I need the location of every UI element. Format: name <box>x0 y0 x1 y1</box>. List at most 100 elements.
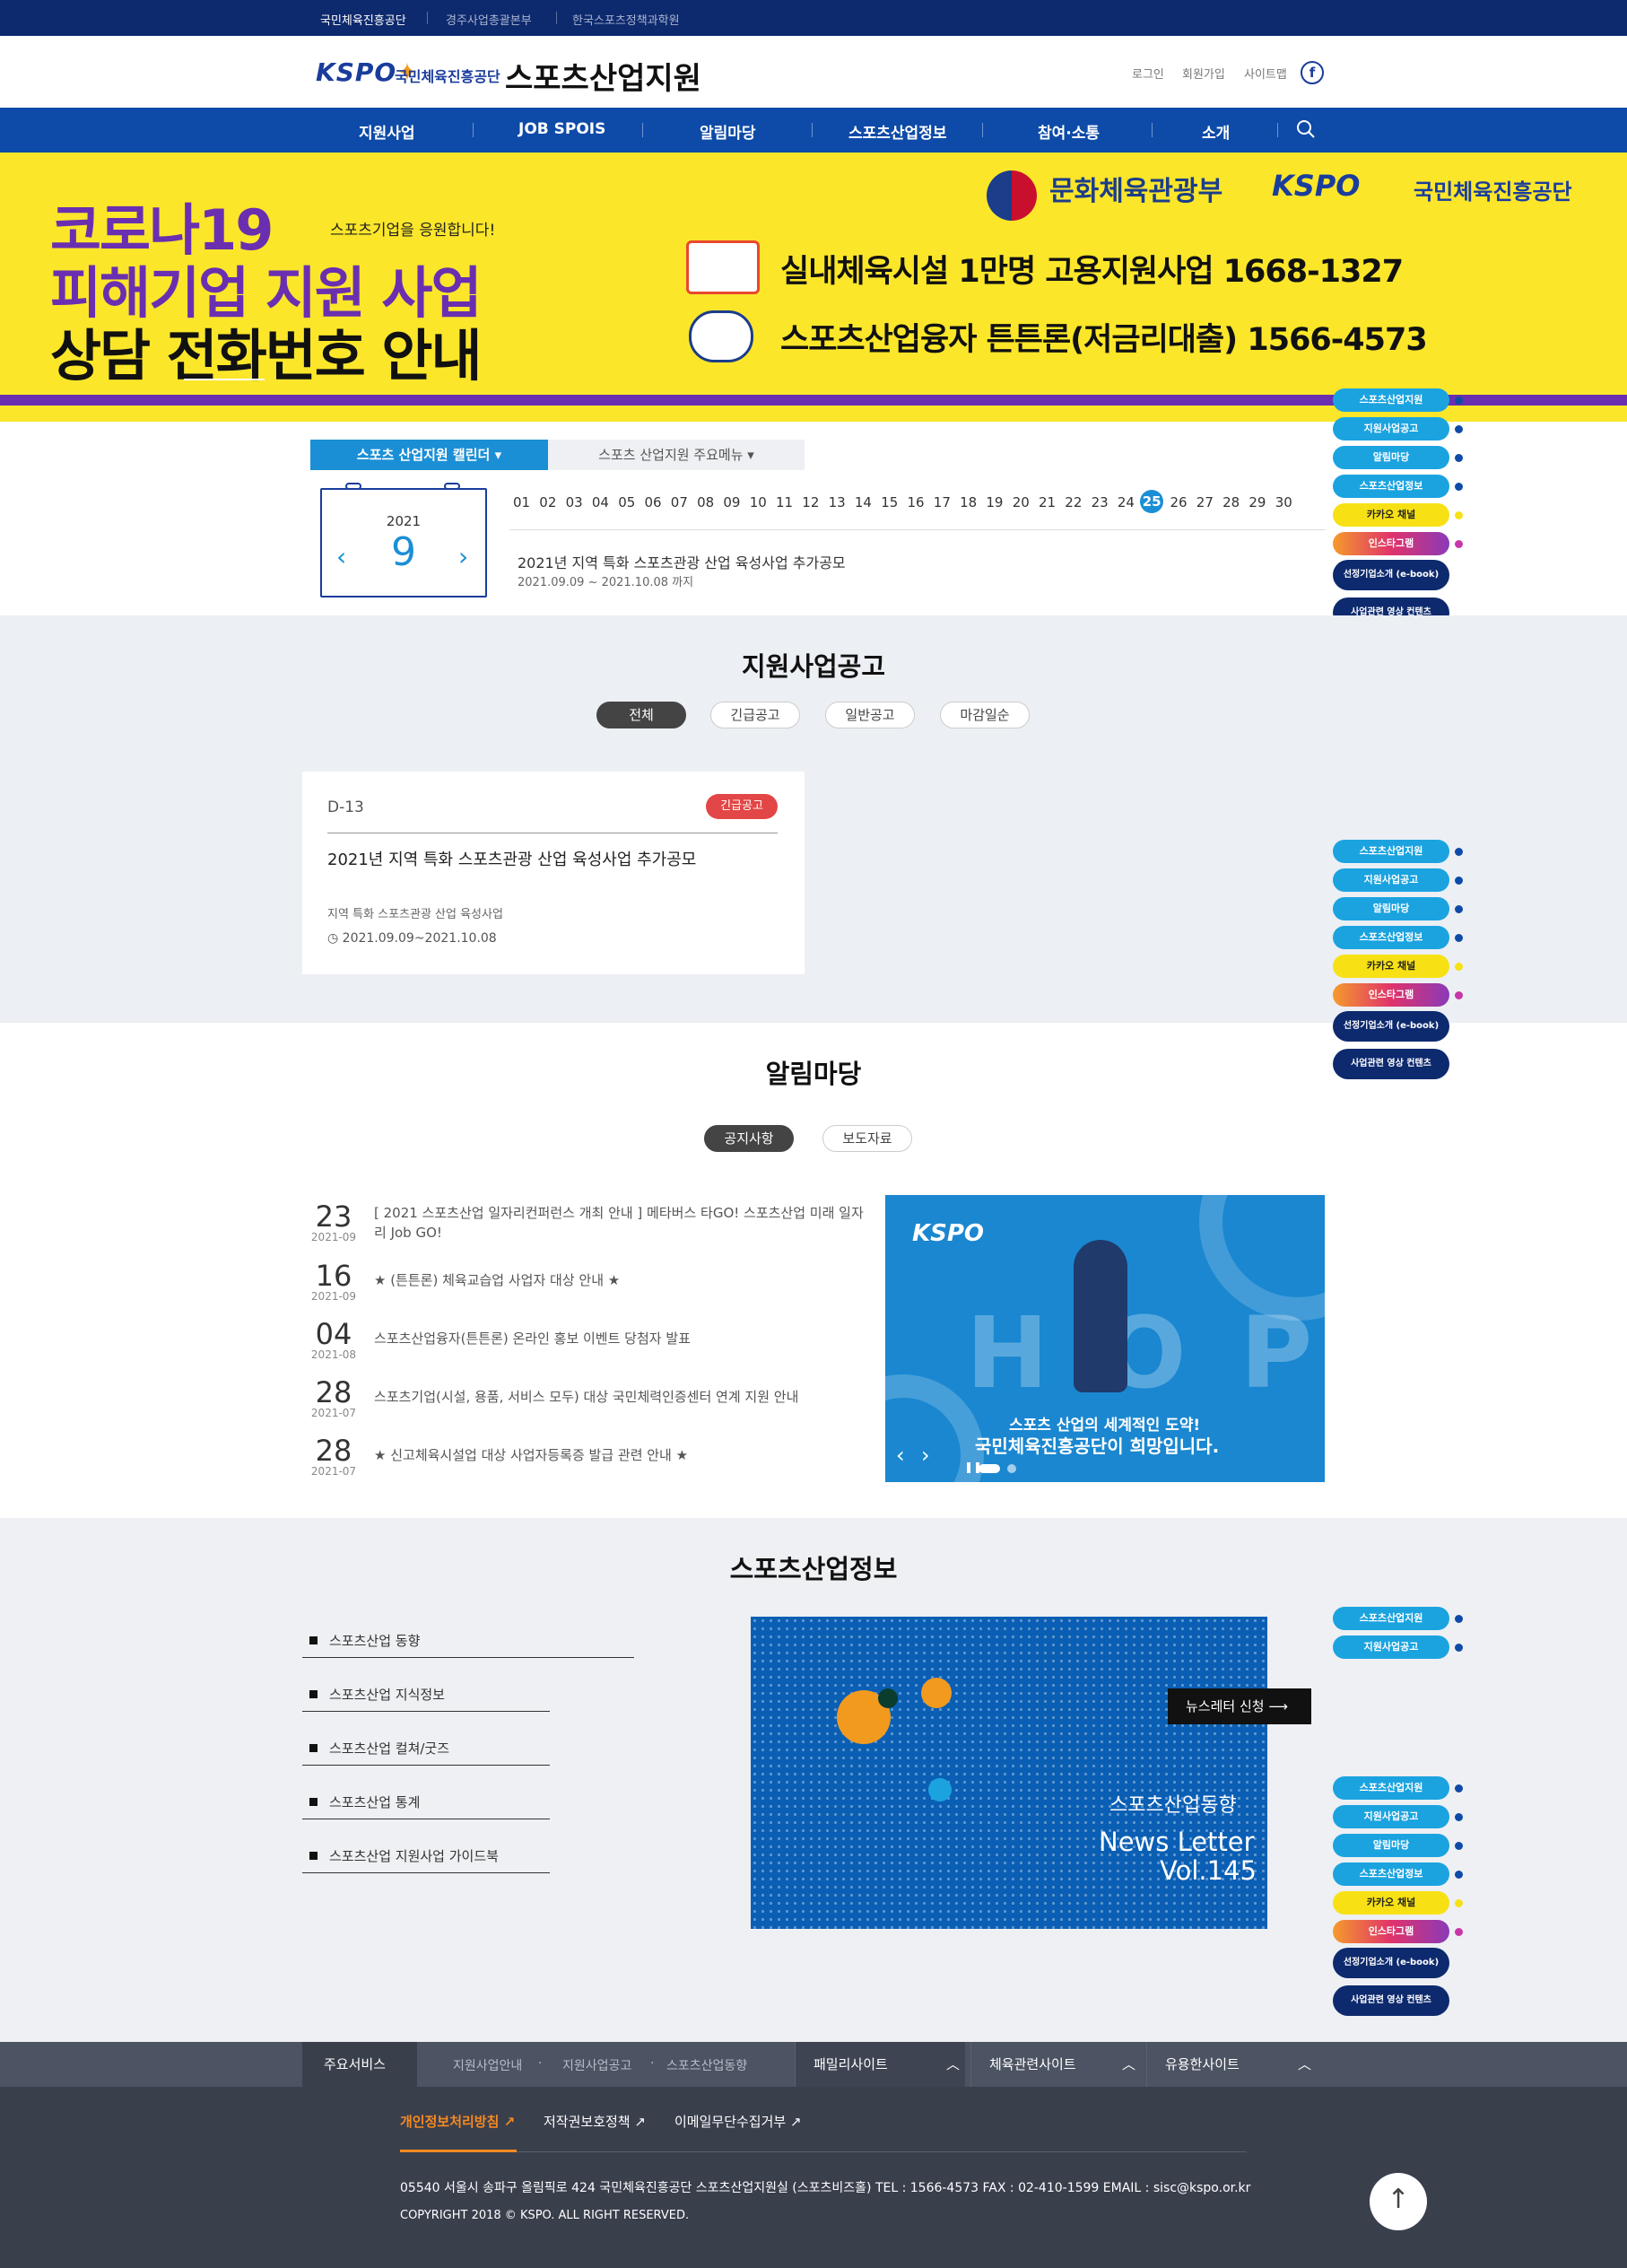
quick-industry-support[interactable]: 스포츠산업지원 <box>1333 1776 1449 1800</box>
info-link-culture[interactable]: 스포츠산업 컬쳐/굿즈 <box>302 1733 550 1766</box>
notice-card[interactable]: D-13 긴급공고 2021년 지역 특화 스포츠관광 산업 육성사업 추가공모… <box>302 772 805 974</box>
quick-instagram[interactable]: 인스타그램 <box>1333 1920 1449 1943</box>
notice-item[interactable]: 스포츠산업융자(튼튼론) 온라인 홍보 이벤트 당첨자 발표 <box>374 1329 866 1348</box>
calendar-day-17[interactable]: 17 <box>934 494 951 510</box>
calendar-day-05[interactable]: 05 <box>618 494 635 510</box>
search-icon[interactable] <box>1295 118 1317 140</box>
slide-indicator[interactable] <box>1007 1464 1016 1473</box>
quick-notice[interactable]: 알림마당 <box>1333 897 1449 920</box>
notice-item[interactable]: [ 2021 스포츠산업 일자리컨퍼런스 개최 안내 ] 메타버스 타GO! 스… <box>374 1203 866 1243</box>
calendar-day-22[interactable]: 22 <box>1065 494 1082 510</box>
notice-item[interactable]: ★ 신고체육시설업 대상 사업자등록증 발급 관련 안내 ★ <box>374 1445 866 1465</box>
quick-kakao-channel[interactable]: 카카오 채널 <box>1333 1891 1449 1915</box>
quick-ebook[interactable]: 선정기업소개 (e-book) <box>1333 1948 1449 1978</box>
quick-industry-support[interactable]: 스포츠산업지원 <box>1333 1607 1449 1630</box>
quick-support-notice[interactable]: 지원사업공고 <box>1333 868 1449 892</box>
tab-press[interactable]: 보도자료 <box>822 1125 912 1152</box>
calendar-day-03[interactable]: 03 <box>566 494 583 510</box>
nav-notice[interactable]: 알림마당 <box>700 120 756 143</box>
calendar-day-06[interactable]: 06 <box>645 494 662 510</box>
calendar-day-20[interactable]: 20 <box>1013 494 1030 510</box>
calendar-day-23[interactable]: 23 <box>1092 494 1109 510</box>
quick-ebook[interactable]: 선정기업소개 (e-book) <box>1333 1011 1449 1042</box>
newsletter-subscribe-button[interactable]: 뉴스레터 신청 ⟶ <box>1168 1688 1311 1724</box>
nav-job-spois[interactable]: JOB SPOIS <box>518 120 605 138</box>
calendar-day-15[interactable]: 15 <box>881 494 898 510</box>
quick-support-notice[interactable]: 지원사업공고 <box>1333 1805 1449 1828</box>
quick-notice[interactable]: 알림마당 <box>1333 1834 1449 1857</box>
calendar-day-30[interactable]: 30 <box>1275 494 1292 510</box>
info-link-guidebook[interactable]: 스포츠산업 지원사업 가이드북 <box>302 1841 550 1873</box>
prev-month-icon[interactable]: ‹ <box>336 542 346 571</box>
calendar-day-08[interactable]: 08 <box>697 494 714 510</box>
next-slide-icon[interactable]: › <box>921 1443 930 1468</box>
topbar-link-kspo[interactable]: 국민체육진흥공단 <box>320 11 406 28</box>
info-link-trends[interactable]: 스포츠산업 동향 <box>302 1626 634 1658</box>
useful-site-select[interactable]: 유용한사이트 ︿ <box>1146 2042 1317 2087</box>
quick-industry-support[interactable]: 스포츠산업지원 <box>1333 840 1449 863</box>
calendar-day-12[interactable]: 12 <box>802 494 819 510</box>
email-refusal-link[interactable]: 이메일무단수집거부 ↗ <box>674 2112 802 2131</box>
signup-link[interactable]: 회원가입 <box>1182 65 1225 82</box>
calendar-day-29[interactable]: 29 <box>1249 494 1266 510</box>
calendar-day-13[interactable]: 13 <box>829 494 846 510</box>
filter-deadline[interactable]: 마감일순 <box>940 702 1030 728</box>
calendar-day-24[interactable]: 24 <box>1118 494 1135 510</box>
calendar-day-11[interactable]: 11 <box>776 494 793 510</box>
hero-banner[interactable]: 코로나19 피해기업 지원 사업 상담 전화번호 안내 스포츠기업을 응원합니다… <box>0 153 1627 422</box>
quick-industry-info[interactable]: 스포츠산업정보 <box>1333 475 1449 498</box>
quick-video[interactable]: 사업관련 영상 컨텐츠 <box>1333 1985 1449 2016</box>
quick-ebook[interactable]: 선정기업소개 (e-book) <box>1333 560 1449 590</box>
quick-kakao-channel[interactable]: 카카오 채널 <box>1333 503 1449 527</box>
banner-prev-arrow-icon[interactable] <box>184 379 265 380</box>
tab-notices[interactable]: 공지사항 <box>704 1125 794 1152</box>
quick-industry-support[interactable]: 스포츠산업지원 <box>1333 388 1449 412</box>
topbar-link-racing[interactable]: 경주사업총괄본부 <box>446 11 532 28</box>
filter-all[interactable]: 전체 <box>596 702 686 728</box>
calendar-day-01[interactable]: 01 <box>513 494 530 510</box>
calendar-day-02[interactable]: 02 <box>539 494 556 510</box>
nav-support[interactable]: 지원사업 <box>359 120 415 143</box>
info-link-stats[interactable]: 스포츠산업 통계 <box>302 1787 550 1819</box>
sports-site-select[interactable]: 체육관련사이트 ︿ <box>970 2042 1141 2087</box>
notice-item[interactable]: ★ (튼튼론) 체육교습업 사업자 대상 안내 ★ <box>374 1270 866 1290</box>
calendar-day-10[interactable]: 10 <box>750 494 767 510</box>
facebook-icon[interactable]: f <box>1301 61 1324 84</box>
scroll-to-top-button[interactable]: ↑ <box>1370 2173 1427 2230</box>
service-link[interactable]: 지원사업공고 <box>562 2056 631 2074</box>
sitemap-link[interactable]: 사이트맵 <box>1244 65 1287 82</box>
quick-support-notice[interactable]: 지원사업공고 <box>1333 417 1449 441</box>
promo-slider[interactable]: KSPO HOP 스포츠 산업의 세계적인 도약! 국민체육진흥공단이 희망입니… <box>885 1195 1325 1482</box>
calendar-day-19[interactable]: 19 <box>986 494 1003 510</box>
slide-indicator[interactable] <box>979 1464 1000 1473</box>
info-link-knowledge[interactable]: 스포츠산업 지식정보 <box>302 1679 550 1712</box>
nav-industry-info[interactable]: 스포츠산업정보 <box>848 120 946 143</box>
quick-industry-info[interactable]: 스포츠산업정보 <box>1333 926 1449 949</box>
filter-urgent[interactable]: 긴급공고 <box>710 702 800 728</box>
nav-participation[interactable]: 참여·소통 <box>1038 120 1100 143</box>
calendar-day-25[interactable]: 25 <box>1140 490 1164 513</box>
family-site-select[interactable]: 패밀리사이트 ︿ <box>795 2042 965 2087</box>
quick-notice[interactable]: 알림마당 <box>1333 446 1449 469</box>
service-link[interactable]: 스포츠산업동향 <box>666 2056 747 2074</box>
prev-slide-icon[interactable]: ‹ <box>896 1443 905 1468</box>
tab-calendar[interactable]: 스포츠 산업지원 캘린더 ▾ <box>310 440 548 470</box>
quick-instagram[interactable]: 인스타그램 <box>1333 532 1449 555</box>
tab-main-menu[interactable]: 스포츠 산업지원 주요메뉴 ▾ <box>548 440 805 470</box>
calendar-day-16[interactable]: 16 <box>908 494 925 510</box>
login-link[interactable]: 로그인 <box>1132 65 1164 82</box>
calendar-day-18[interactable]: 18 <box>960 494 977 510</box>
notice-item[interactable]: 스포츠기업(시설, 용품, 서비스 모두) 대상 국민체력인증센터 연계 지원 … <box>374 1387 866 1407</box>
event-title[interactable]: 2021년 지역 특화 스포츠관광 산업 육성사업 추가공모 <box>518 551 846 572</box>
quick-instagram[interactable]: 인스타그램 <box>1333 983 1449 1007</box>
quick-support-notice[interactable]: 지원사업공고 <box>1333 1636 1449 1659</box>
privacy-policy-link[interactable]: 개인정보처리방침 ↗ <box>400 2112 515 2131</box>
nav-about[interactable]: 소개 <box>1202 120 1230 143</box>
topbar-link-science[interactable]: 한국스포츠정책과학원 <box>572 11 680 28</box>
calendar-day-04[interactable]: 04 <box>592 494 609 510</box>
site-title[interactable]: 스포츠산업지원 <box>505 54 701 98</box>
calendar-day-26[interactable]: 26 <box>1170 494 1188 510</box>
newsletter-map[interactable]: 스포츠산업동향 News Letter Vol.145 <box>751 1617 1267 1929</box>
quick-kakao-channel[interactable]: 카카오 채널 <box>1333 955 1449 978</box>
quick-industry-info[interactable]: 스포츠산업정보 <box>1333 1862 1449 1886</box>
